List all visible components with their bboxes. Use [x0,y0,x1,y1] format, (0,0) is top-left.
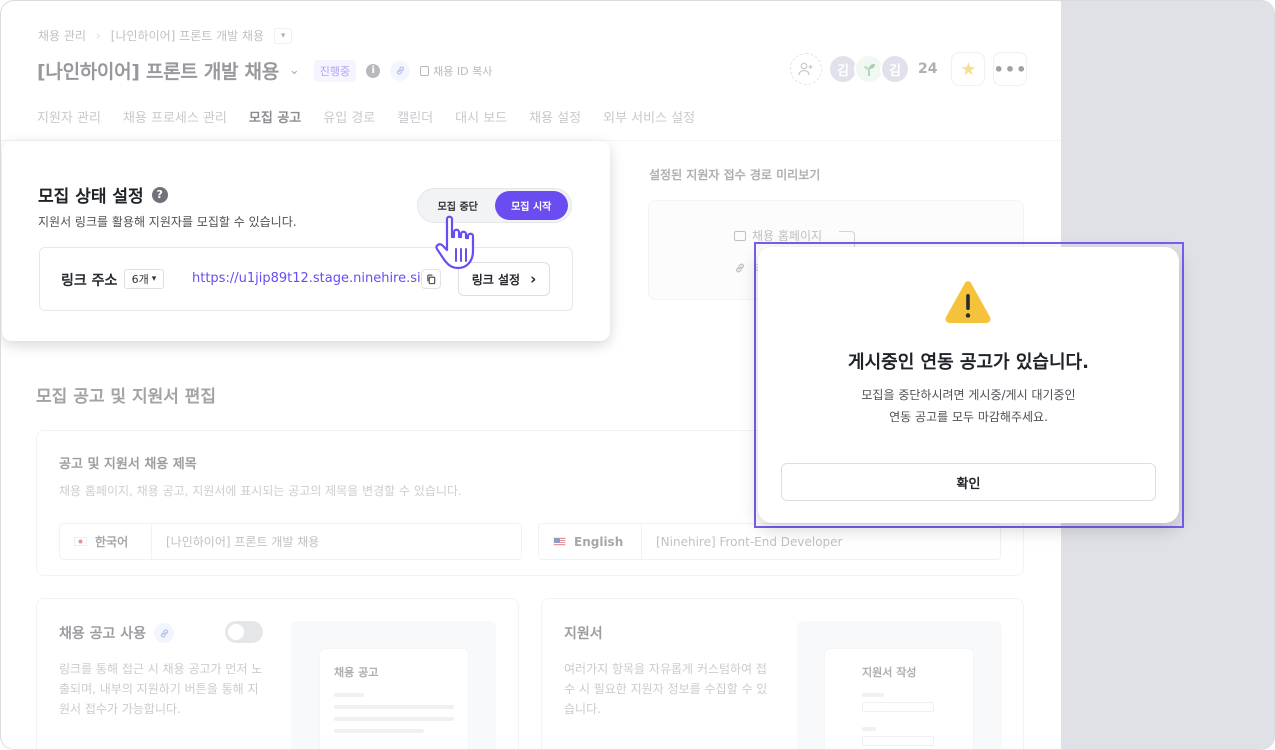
tab-settings[interactable]: 채용 설정 [529,107,581,140]
recruit-status-description: 지원서 링크를 활용해 지원자를 모집할 수 있습니다. [38,215,297,229]
english-label: English [539,524,642,559]
chevron-down-icon[interactable]: ⌄ [289,63,300,78]
posting-card-description: 링크를 통해 접근 시 채용 공고가 먼저 노출되며, 내부의 지원하기 버튼을… [59,662,263,716]
link-count-value: 6개 [131,273,149,286]
language-name: English [574,534,624,549]
form-mock-title: 지원서 작성 [862,666,917,679]
tab-bar: 지원자 관리 채용 프로세스 관리 모집 공고 유입 경로 캘린더 대시 보드 … [37,107,695,142]
tab-applicants[interactable]: 지원자 관리 [37,107,101,140]
form-card-description: 여러가지 항목을 자유롭게 커스텀하여 접수 시 필요한 지원자 정보를 수집할… [564,662,768,716]
tab-dashboard[interactable]: 대시 보드 [455,107,507,140]
start-recruiting-button[interactable]: 모집 시작 [494,191,568,220]
more-button[interactable]: ••• [993,52,1028,86]
korean-label: 한국어 [60,524,152,559]
avatar[interactable]: 김 [880,54,910,84]
link-url[interactable]: https://u1jip89t12.stage.ninehire.si [192,271,421,286]
sprout-icon [864,64,875,76]
posting-toggle[interactable] [225,621,263,643]
mock-line [862,727,876,731]
breadcrumb-separator-icon: › [95,28,101,43]
link-icon[interactable] [390,60,411,81]
copy-icon [426,274,435,284]
header-actions: 김 김 24 ★ ••• [790,52,1035,86]
mock-input [862,736,934,746]
language-name: 한국어 [95,535,129,549]
preview-title: 설정된 지원자 접수 경로 미리보기 [649,168,821,182]
add-member-button[interactable] [790,53,822,85]
mock-line [334,729,424,733]
posting-card-title: 채용 공고 사용 [59,626,147,642]
breadcrumb-current: [나인하이어] 프론트 개발 채용 [110,29,265,43]
caret-down-icon: ▾ [151,274,157,284]
korea-flag-icon [74,537,87,546]
tab-posting[interactable]: 모집 공고 [248,107,302,142]
link-icon [736,263,744,272]
copy-icon [420,65,430,76]
posting-mock-title: 채용 공고 [334,666,379,679]
info-icon[interactable]: i [366,63,381,78]
warning-icon [945,281,991,323]
window-icon [734,230,746,241]
link-icon[interactable] [154,623,175,643]
app-window: 채용 관리 › [나인하이어] 프론트 개발 채용 ▾ [나인하이어] 프론트 … [0,0,1275,750]
mock-line [334,693,364,697]
edit-section-title: 모집 공고 및 지원서 편집 [36,387,217,407]
tab-calendar[interactable]: 캘린더 [397,107,433,140]
english-title-field[interactable]: English [Ninehire] Front-End Developer [538,523,1001,560]
copy-id-label: 채용 ID 복사 [433,64,493,78]
modal-description-line: 연동 공고를 모두 마감해주세요. [889,410,1048,424]
breadcrumb-dropdown-button[interactable]: ▾ [274,27,293,44]
favorite-button[interactable]: ★ [951,52,986,86]
english-title-value[interactable]: [Ninehire] Front-End Developer [642,535,843,549]
title-row: [나인하이어] 프론트 개발 채용 ⌄ 진행중 i 채용 ID 복사 [37,57,492,84]
more-icon: ••• [993,59,1028,79]
confirm-button[interactable]: 확인 [781,463,1156,501]
korean-title-value[interactable]: [나인하이어] 프론트 개발 채용 [152,533,319,550]
breadcrumb-root[interactable]: 채용 관리 [38,27,86,44]
mock-line [862,693,884,697]
us-flag-icon [553,537,566,546]
recruit-status-card [2,141,610,341]
title-card-description: 채용 홈페이지, 채용 공고, 지원서에 표시되는 공고의 제목을 변경할 수 … [59,484,462,498]
link-count-dropdown[interactable]: 6개 ▾ [124,269,164,289]
tab-inflow[interactable]: 유입 경로 [323,107,375,140]
status-badge: 진행중 [313,59,357,82]
recruit-status-title: 모집 상태 설정 [38,187,144,207]
copy-id-button[interactable]: 채용 ID 복사 [420,63,492,79]
member-count: 24 [918,61,938,77]
add-user-icon [798,62,813,76]
tab-external[interactable]: 외부 서비스 설정 [603,107,695,140]
link-address-label: 링크 주소 [61,273,118,289]
mock-input [862,702,934,712]
help-icon[interactable]: ? [151,186,168,203]
title-card-heading: 공고 및 지원서 채용 제목 [59,457,197,472]
korean-title-field[interactable]: 한국어 [나인하이어] 프론트 개발 채용 [59,523,522,560]
form-card-title: 지원서 [564,626,603,642]
hand-pointer-icon [435,215,475,270]
link-setting-label: 링크 설정 [471,272,521,287]
mock-line [334,717,454,721]
chevron-right-icon: › [530,270,537,288]
posting-card-title-row: 채용 공고 사용 [59,623,175,643]
star-icon: ★ [960,58,977,80]
modal-description: 모집을 중단하시려면 게시중/게시 대기중인 연동 공고를 모두 마감해주세요. [758,384,1179,428]
page-title: [나인하이어] 프론트 개발 채용 [37,61,279,83]
modal-title: 게시중인 연동 공고가 있습니다. [848,352,1089,373]
recruit-status-title-row: 모집 상태 설정 ? [38,182,168,207]
modal-description-line: 모집을 중단하시려면 게시중/게시 대기중인 [861,388,1076,402]
tab-process[interactable]: 채용 프로세스 관리 [123,107,227,140]
mock-line [334,705,454,709]
breadcrumb: 채용 관리 › [나인하이어] 프론트 개발 채용 ▾ [38,27,293,44]
